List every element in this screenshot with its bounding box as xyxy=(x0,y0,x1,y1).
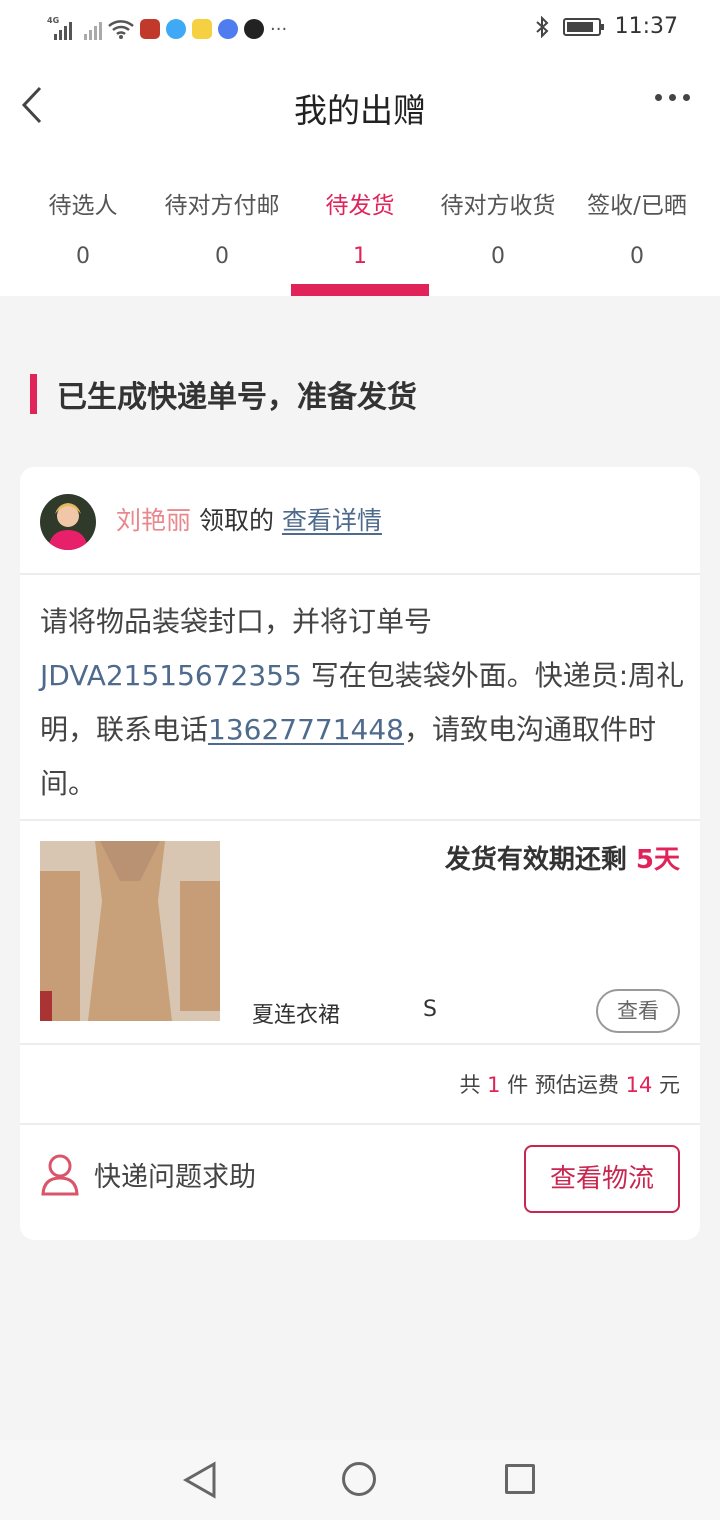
tab-pending-receipt[interactable]: 待对方收货 0 xyxy=(437,186,559,269)
video-app-icon xyxy=(140,19,160,39)
status-icons-right: 11:37 xyxy=(535,14,678,39)
dot-icon xyxy=(683,94,690,101)
active-tab-indicator xyxy=(291,284,429,296)
tab-pending-shipment[interactable]: 待发货 1 xyxy=(322,186,398,269)
recipient-line: 刘艳丽 领取的 查看详情 xyxy=(116,501,382,537)
order-number: JDVA21515672355 xyxy=(40,659,302,692)
tab-count: 0 xyxy=(215,244,229,269)
shipping-instructions: 请将物品装袋封口，并将订单号 JDVA21515672355 写在包装袋外面。快… xyxy=(40,605,685,800)
status-icons-left: 4G ··· xyxy=(47,16,288,42)
recipient-row: 刘艳丽 领取的 查看详情 xyxy=(20,467,700,575)
recipient-action: 领取的 xyxy=(198,506,274,535)
shipping-fee: 14 xyxy=(625,1073,653,1097)
recipient-name[interactable]: 刘艳丽 xyxy=(116,506,191,535)
divider xyxy=(20,1043,700,1045)
chat-app-icon xyxy=(218,19,238,39)
app-header: 我的出赠 xyxy=(0,58,720,158)
battery-icon xyxy=(562,17,604,36)
tab-pending-postage[interactable]: 待对方付邮 0 xyxy=(161,186,283,269)
status-tabs: 待选人 0 待对方付邮 0 待发货 1 待对方收货 0 签收/已晒 0 xyxy=(0,158,720,296)
browser-app-icon xyxy=(166,19,186,39)
bluetooth-icon xyxy=(535,15,549,38)
item-count: 1 xyxy=(487,1073,501,1097)
tiktok-app-icon xyxy=(244,19,264,39)
section-header: 已生成快递单号，准备发货 xyxy=(30,373,417,415)
section-title: 已生成快递单号，准备发货 xyxy=(57,380,417,415)
divider xyxy=(20,1123,700,1125)
view-item-button[interactable]: 查看 xyxy=(596,989,680,1033)
tab-count: 0 xyxy=(491,244,505,269)
tab-count: 0 xyxy=(76,244,90,269)
view-details-link[interactable]: 查看详情 xyxy=(282,506,382,535)
page-title: 我的出赠 xyxy=(294,91,426,130)
divider xyxy=(20,819,700,821)
product-name: 夏连衣裙 xyxy=(252,1003,341,1028)
system-nav-bar xyxy=(0,1440,720,1520)
tab-signed-shared[interactable]: 签收/已晒 0 xyxy=(582,186,692,269)
more-notifications-icon: ··· xyxy=(270,18,288,40)
tab-count: 1 xyxy=(353,244,367,269)
section-accent-bar xyxy=(30,374,37,414)
view-logistics-button[interactable]: 查看物流 xyxy=(524,1145,680,1213)
product-size: S xyxy=(423,997,437,1022)
tab-count: 0 xyxy=(630,244,644,269)
nav-back-icon[interactable] xyxy=(182,1460,218,1500)
shipping-deadline: 发货有效期还剩 5天 xyxy=(444,845,680,875)
dot-icon xyxy=(655,94,662,101)
signal-no-service-icon xyxy=(78,18,102,40)
avatar[interactable] xyxy=(40,494,96,550)
clock: 11:37 xyxy=(614,14,678,39)
more-options-button[interactable] xyxy=(655,94,690,101)
customer-service-icon xyxy=(41,1154,79,1196)
nav-home-icon[interactable] xyxy=(342,1462,376,1496)
dot-icon xyxy=(669,94,676,101)
tab-pending-selection[interactable]: 待选人 0 xyxy=(48,186,118,269)
status-bar: 4G ··· 11:37 xyxy=(0,0,720,58)
days-remaining: 5天 xyxy=(635,845,680,875)
order-card: 刘艳丽 领取的 查看详情 请将物品装袋封口，并将订单号 JDVA21515672… xyxy=(20,467,700,1240)
product-image[interactable] xyxy=(40,841,220,1021)
nav-recents-icon[interactable] xyxy=(505,1464,535,1494)
courier-help-button[interactable]: 快递问题求助 xyxy=(40,1152,256,1196)
courier-phone-link[interactable]: 13627771448 xyxy=(208,713,404,746)
player-app-icon xyxy=(192,19,212,39)
order-summary: 共 1 件 预估运费 14 元 xyxy=(459,1073,680,1097)
signal-icon: 4G xyxy=(47,16,72,40)
wifi-icon xyxy=(108,20,134,39)
